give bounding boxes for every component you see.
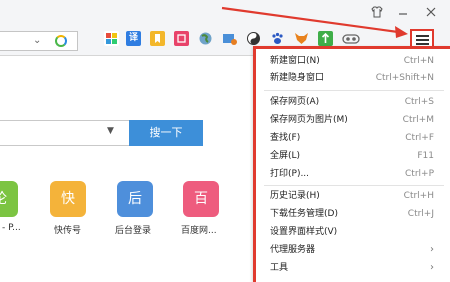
speed-dial-label: - P... <box>2 223 21 233</box>
menu-item-history[interactable]: 历史记录(H) Ctrl+H <box>270 188 446 204</box>
menu-item-downloads[interactable]: 下载任务管理(D) Ctrl+J <box>270 206 446 222</box>
speed-dial-tile[interactable]: 快 <box>50 181 86 217</box>
grid-icon[interactable] <box>104 31 119 46</box>
close-icon[interactable] <box>420 2 442 22</box>
paw-icon[interactable] <box>270 31 285 46</box>
fox-icon[interactable] <box>294 31 309 46</box>
chevron-down-icon[interactable]: ⌄ <box>33 35 41 46</box>
translate-icon[interactable]: 译 <box>126 31 141 46</box>
search-button[interactable]: 搜一下 <box>129 120 203 146</box>
speed-dial-tile[interactable]: 后 <box>117 181 153 217</box>
menu-item-proxy-server[interactable]: 代理服务器 › <box>270 242 446 258</box>
speed-dial-label: 快传号 <box>54 226 82 236</box>
menu-item-new-incognito-window[interactable]: 新建隐身窗口 Ctrl+Shift+N <box>270 70 446 86</box>
globe-icon[interactable] <box>198 31 213 46</box>
refresh-ring-icon[interactable] <box>55 35 67 47</box>
shirt-icon[interactable] <box>366 2 388 22</box>
chevron-right-icon: › <box>430 262 434 273</box>
menu-item-save-as-image[interactable]: 保存网页为图片(M) Ctrl+M <box>270 112 446 128</box>
yinyang-icon[interactable] <box>246 31 261 46</box>
title-bar <box>0 0 450 26</box>
minimize-icon[interactable] <box>392 2 414 22</box>
speed-dial-tile[interactable]: 论 <box>0 181 18 217</box>
main-menu-dropdown: 新建窗口(N) Ctrl+N 新建隐身窗口 Ctrl+Shift+N 保存网页(… <box>253 46 450 282</box>
address-bar[interactable]: ⌄ <box>0 31 78 51</box>
menu-item-interface-style[interactable]: 设置界面样式(V) <box>270 224 446 240</box>
menu-item-fullscreen[interactable]: 全屏(L) F11 <box>270 148 446 164</box>
search-input[interactable]: ▼ <box>0 120 130 146</box>
note-icon[interactable] <box>174 31 189 46</box>
menu-separator <box>264 185 444 186</box>
vr-icon[interactable] <box>342 31 360 46</box>
speed-dial-tile[interactable]: 百 <box>183 181 219 217</box>
menu-item-save-page[interactable]: 保存网页(A) Ctrl+S <box>270 94 446 110</box>
menu-item-tools[interactable]: 工具 › <box>270 260 446 276</box>
menu-separator <box>264 90 444 91</box>
speed-dial-label: 百度网... <box>181 226 217 236</box>
upload-icon[interactable] <box>318 31 333 46</box>
chevron-right-icon: › <box>430 244 434 255</box>
bookmark-icon[interactable] <box>150 31 165 46</box>
screenshot-icon[interactable] <box>222 31 237 46</box>
menu-item-new-window[interactable]: 新建窗口(N) Ctrl+N <box>270 53 446 69</box>
menu-item-find[interactable]: 查找(F) Ctrl+F <box>270 130 446 146</box>
hamburger-icon <box>416 35 429 37</box>
speed-dial-label: 后台登录 <box>115 226 152 236</box>
menu-item-print[interactable]: 打印(P)... Ctrl+P <box>270 166 446 182</box>
search-engine-dropdown-icon[interactable]: ▼ <box>107 126 114 136</box>
